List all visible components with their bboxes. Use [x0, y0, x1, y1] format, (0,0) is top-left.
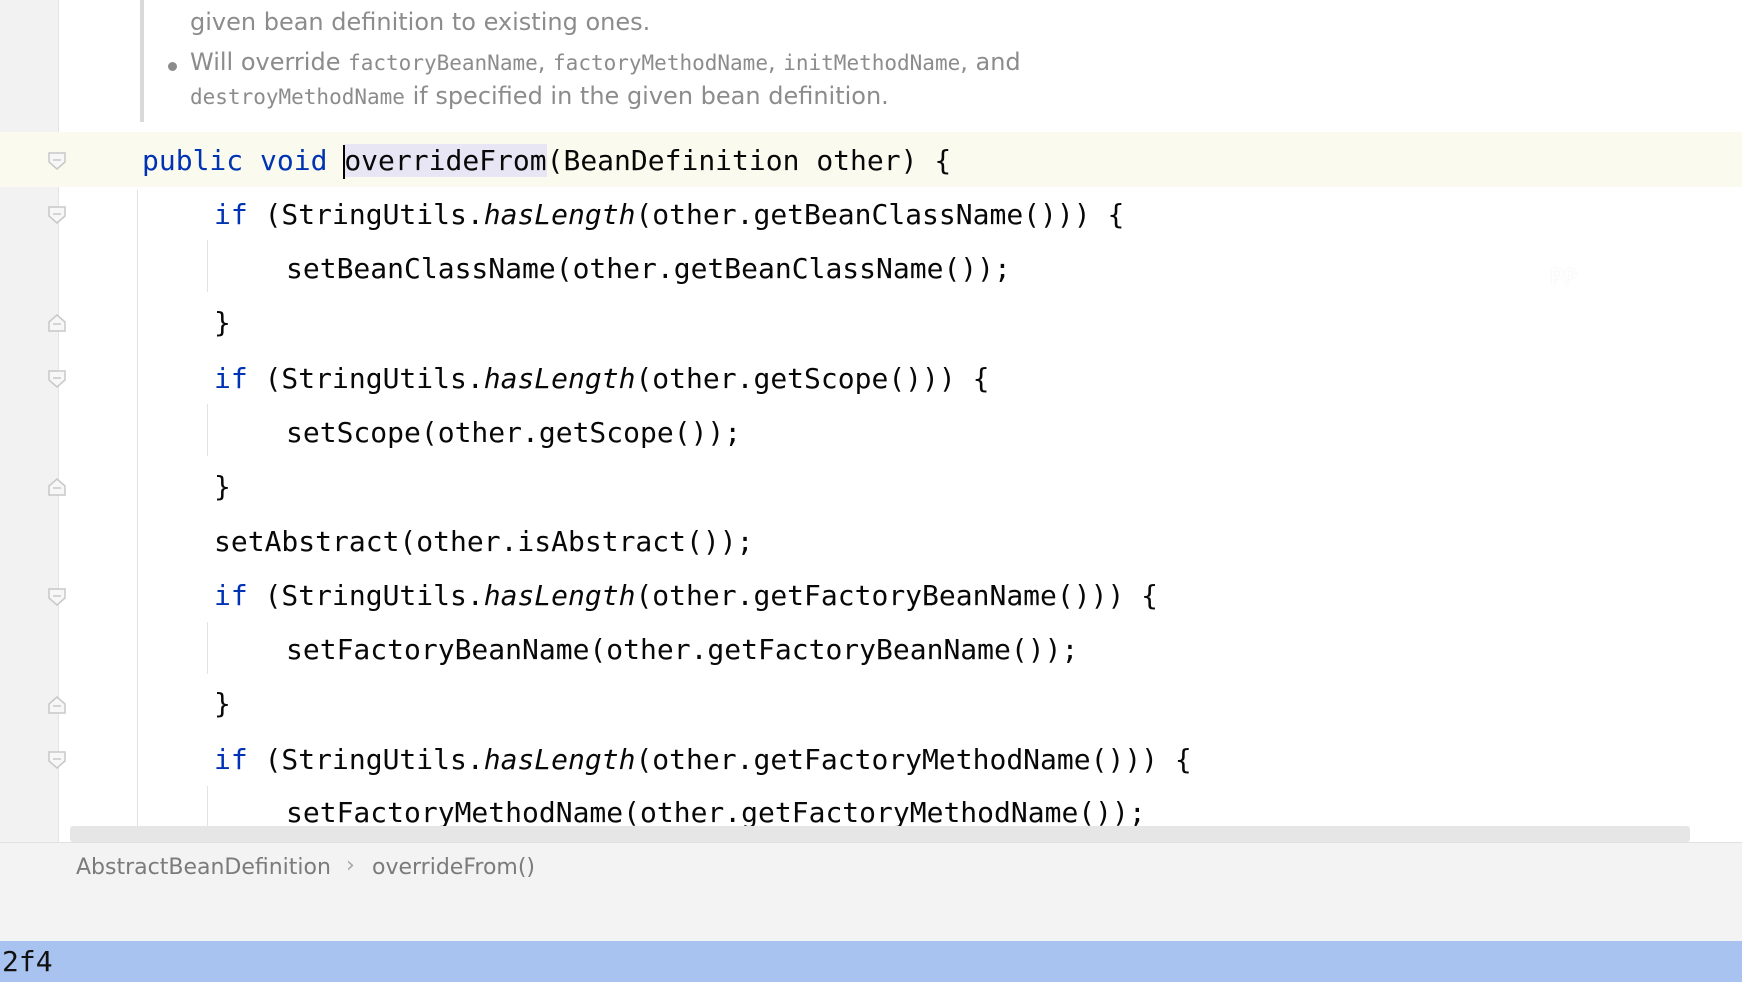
fold-open-icon[interactable]: [46, 749, 68, 771]
doc-code: factoryMethodName: [553, 51, 768, 75]
indent-guide: [137, 190, 138, 826]
code-text: (other.getBeanClassName())) {: [635, 198, 1125, 231]
static-method: hasLength: [483, 362, 636, 395]
code-text: (other.getFactoryBeanName())) {: [635, 579, 1159, 612]
doc-code: destroyMethodName: [190, 85, 405, 109]
code-text: (StringUtils.: [247, 579, 484, 612]
fold-open-icon[interactable]: [46, 150, 68, 172]
code-line-2[interactable]: if (StringUtils.hasLength(other.getBeanC…: [214, 188, 1124, 242]
keyword: public: [142, 144, 244, 177]
breadcrumb: AbstractBeanDefinition › overrideFrom(): [0, 842, 1742, 892]
code-line-4[interactable]: }: [214, 296, 231, 350]
horizontal-scrollbar[interactable]: [70, 826, 1690, 842]
status-bar: 2f4: [0, 941, 1742, 982]
keyword: if: [214, 743, 248, 776]
code-text: (StringUtils.: [247, 743, 484, 776]
code-line-9[interactable]: if (StringUtils.hasLength(other.getFacto…: [214, 569, 1158, 623]
keyword: void: [260, 144, 328, 177]
code-text: (StringUtils.: [247, 362, 484, 395]
code-line-8[interactable]: setAbstract(other.isAbstract());: [214, 515, 753, 569]
code-line-10[interactable]: setFactoryBeanName(other.getFactoryBeanN…: [286, 623, 1078, 677]
doc-line-2: Will override factoryBeanName, factoryMe…: [190, 48, 1021, 76]
doc-line-3: destroyMethodName if specified in the gi…: [190, 82, 889, 110]
breadcrumb-method[interactable]: overrideFrom(): [372, 855, 535, 880]
chevron-right-icon: ›: [346, 853, 355, 878]
doc-text: if specified in the given bean definitio…: [404, 82, 889, 110]
method-name-highlight[interactable]: overrideFrom: [344, 144, 547, 177]
fold-close-icon[interactable]: [46, 476, 68, 498]
doc-line-1: given bean definition to existing ones.: [190, 8, 651, 36]
indent-guide: [207, 240, 208, 292]
indent-guide: [207, 622, 208, 674]
fold-open-icon[interactable]: [46, 204, 68, 226]
doc-text: , and: [960, 48, 1021, 76]
overlay-label: PP: [1550, 266, 1577, 291]
doc-code: initMethodName: [783, 51, 961, 75]
doc-comment: given bean definition to existing ones. …: [140, 0, 1740, 120]
static-method: hasLength: [483, 743, 636, 776]
breadcrumb-class[interactable]: AbstractBeanDefinition: [76, 855, 331, 880]
code-text: (other.getScope())) {: [635, 362, 990, 395]
code-line-6[interactable]: setScope(other.getScope());: [286, 406, 741, 460]
code-line-11[interactable]: }: [214, 677, 231, 731]
doc-text: ,: [767, 48, 784, 76]
code-text: (StringUtils.: [247, 198, 484, 231]
fold-close-icon[interactable]: [46, 694, 68, 716]
tool-window-area: [0, 891, 1742, 941]
code-text: (BeanDefinition other) {: [546, 144, 952, 177]
doc-text: Will override: [190, 48, 349, 76]
code-line-5[interactable]: if (StringUtils.hasLength(other.getScope…: [214, 352, 989, 406]
keyword: if: [214, 362, 248, 395]
fold-close-icon[interactable]: [46, 312, 68, 334]
keyword: if: [214, 198, 248, 231]
code-line-1[interactable]: public void overrideFrom(BeanDefinition …: [142, 134, 951, 188]
code-line-3[interactable]: setBeanClassName(other.getBeanClassName(…: [286, 242, 1011, 296]
fold-open-icon[interactable]: [46, 586, 68, 608]
doc-text: ,: [537, 48, 554, 76]
static-method: hasLength: [483, 198, 636, 231]
text-caret: [343, 145, 346, 179]
code-text: (other.getFactoryMethodName())) {: [635, 743, 1192, 776]
status-text: 2f4: [2, 945, 53, 978]
doc-code: factoryBeanName: [348, 51, 538, 75]
fold-open-icon[interactable]: [46, 368, 68, 390]
static-method: hasLength: [483, 579, 636, 612]
code-line-7[interactable]: }: [214, 460, 231, 514]
indent-guide: [207, 404, 208, 456]
indent-guide: [207, 786, 208, 826]
code-line-12[interactable]: if (StringUtils.hasLength(other.getFacto…: [214, 733, 1192, 787]
doc-bullet-icon: [168, 62, 177, 71]
keyword: if: [214, 579, 248, 612]
